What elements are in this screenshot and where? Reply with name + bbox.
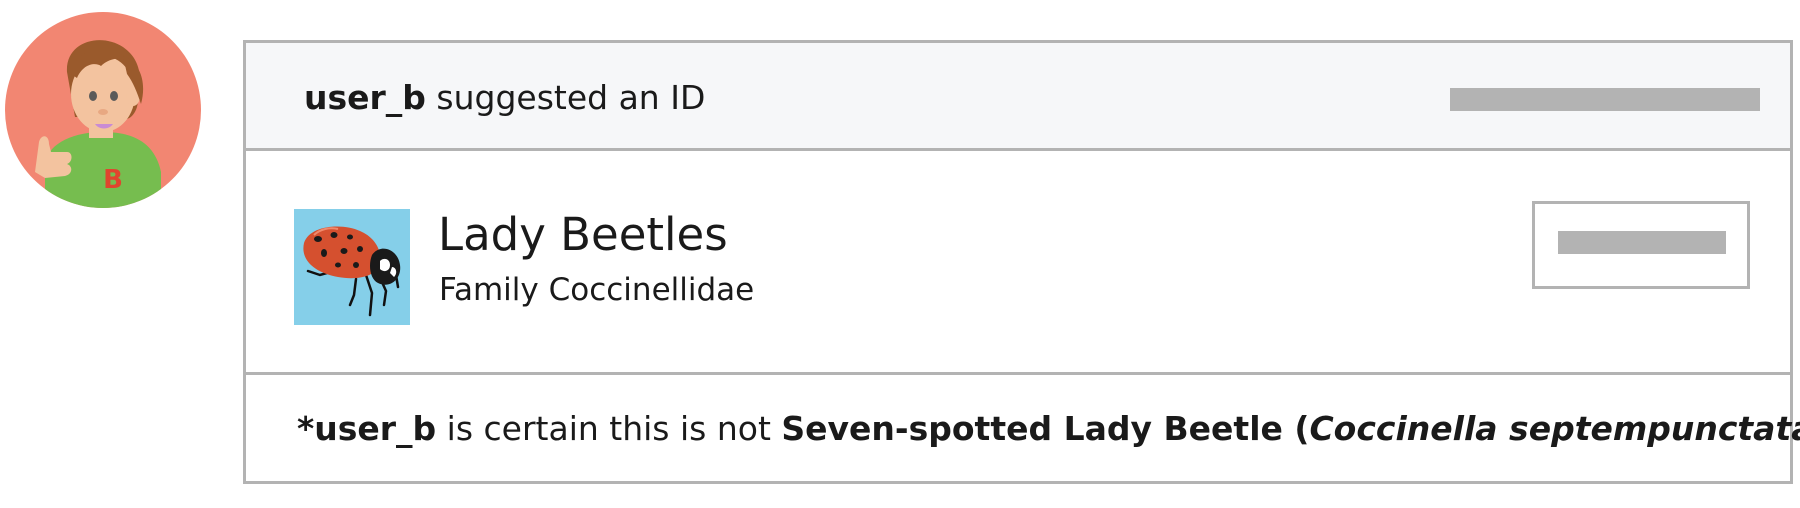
footer-username[interactable]: user_b (314, 409, 436, 448)
footer-open-paren: ( (1282, 409, 1310, 448)
user-avatar-icon: B (35, 40, 161, 208)
card-header: user_b suggested an ID (246, 43, 1790, 151)
footer-middle-text: is certain this is not (436, 409, 782, 448)
header-title: user_b suggested an ID (304, 78, 705, 118)
agree-button-placeholder (1558, 231, 1726, 254)
svg-text:B: B (103, 165, 123, 195)
card-footer: *user_b is certain this is not Seven-spo… (246, 375, 1800, 484)
footer-taxon-scientific[interactable]: Coccinella septempunctata (1309, 409, 1800, 448)
header-username[interactable]: user_b (304, 78, 426, 117)
taxon-row: Lady Beetles Family Coccinellidae (246, 151, 1790, 375)
user-avatar[interactable]: B (5, 12, 201, 208)
taxon-common-name[interactable]: Lady Beetles (438, 209, 728, 261)
identification-card: user_b suggested an ID Lady Beetles Fami… (243, 40, 1800, 484)
header-placeholder-bar (1450, 88, 1760, 111)
ladybug-icon (303, 226, 401, 317)
taxon-photo[interactable] (294, 209, 410, 325)
header-action-text: suggested an ID (425, 78, 706, 117)
taxon-scientific-name: Family Coccinellidae (439, 272, 755, 308)
footer-asterisk: * (297, 409, 315, 448)
disagreement-note: *user_b is certain this is not Seven-spo… (297, 409, 1800, 449)
footer-taxon-common[interactable]: Seven-spotted Lady Beetle (781, 409, 1283, 448)
agree-button[interactable] (1532, 201, 1750, 289)
